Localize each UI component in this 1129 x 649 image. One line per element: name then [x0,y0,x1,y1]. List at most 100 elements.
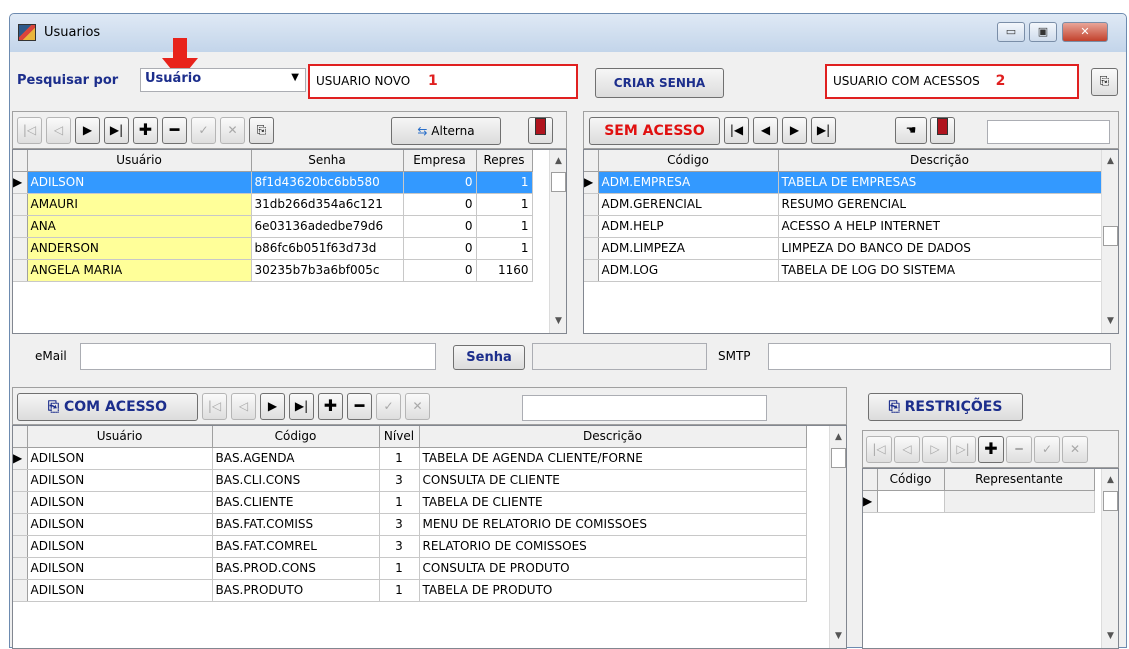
cell-usuario[interactable]: ADILSON [27,579,213,602]
col-nivel[interactable]: Nível [379,426,420,448]
cell-codigo[interactable]: ADM.GERENCIAL [598,193,779,216]
col-codigo[interactable]: Código [598,150,779,172]
cell-representante[interactable] [944,490,1095,513]
table-row[interactable]: ANGELA MARIA 30235b7b3a6bf005c 0 1160 [13,259,533,282]
cell-nivel[interactable]: 3 [379,535,420,558]
cell-nivel[interactable]: 1 [379,447,420,470]
cell-nivel[interactable]: 1 [379,557,420,580]
cell-usuario[interactable]: AMAURI [27,193,252,216]
cell-repres[interactable]: 1160 [476,259,533,282]
delete-record-button[interactable]: ━ [162,117,187,144]
restr-delete-button[interactable]: ━ [1006,436,1032,463]
table-row[interactable]: ADILSON BAS.PROD.CONS 1 CONSULTA DE PROD… [13,557,807,580]
cell-usuario[interactable]: ADILSON [27,447,213,470]
cell-descricao[interactable]: TABELA DE PRODUTO [419,579,807,602]
cell-empresa[interactable]: 0 [403,215,477,238]
with-access-cancel-button[interactable]: ✕ [405,393,430,420]
cell-descricao[interactable]: ACESSO A HELP INTERNET [778,215,1102,238]
scroll-thumb[interactable] [551,172,566,192]
new-user-input[interactable]: USUARIO NOVO 1 [308,64,578,99]
cell-codigo[interactable]: BAS.PRODUTO [212,579,380,602]
with-access-grid-scrollbar[interactable]: ▲ ▼ [829,426,846,648]
cell-codigo[interactable]: ADM.EMPRESA [598,171,779,194]
cell-codigo[interactable]: ADM.LIMPEZA [598,237,779,260]
cell-repres[interactable]: 1 [476,215,533,238]
cell-nivel[interactable]: 3 [379,513,420,536]
users-grid-scrollbar[interactable]: ▲ ▼ [549,150,566,333]
table-row[interactable]: ADM.HELP ACESSO A HELP INTERNET [584,215,1102,238]
table-row[interactable]: ADM.LIMPEZA LIMPEZA DO BANCO DE DADOS [584,237,1102,260]
cancel-record-button[interactable]: ✕ [220,117,245,144]
restr-next-button[interactable]: ▷ [922,436,948,463]
scroll-thumb[interactable] [831,448,846,468]
with-access-prev-button[interactable]: ◁ [231,393,256,420]
with-access-next-button[interactable]: ▶ [260,393,285,420]
cell-empresa[interactable]: 0 [403,171,477,194]
first-record-button[interactable]: |◁ [17,117,42,144]
table-row[interactable]: ANDERSON b86fc6b051f63d73d 0 1 [13,237,533,260]
cell-usuario[interactable]: ADILSON [27,469,213,492]
cell-senha[interactable]: 6e03136adedbe79d6 [251,215,404,238]
cell-senha[interactable]: b86fc6b051f63d73d [251,237,404,260]
no-access-search-input[interactable] [987,120,1110,144]
cell-usuario[interactable]: ADILSON [27,171,252,194]
cell-codigo[interactable] [877,490,945,513]
cell-descricao[interactable]: TABELA DE AGENDA CLIENTE/FORNE [419,447,807,470]
exit-no-access-button[interactable] [930,117,955,144]
no-access-next-button[interactable]: ▶ [782,117,807,144]
col-codigo[interactable]: Código [877,469,945,491]
with-access-search-input[interactable] [522,395,767,421]
cell-codigo[interactable]: BAS.FAT.COMREL [212,535,380,558]
cell-descricao[interactable]: TABELA DE EMPRESAS [778,171,1102,194]
smtp-input[interactable] [768,343,1111,370]
cell-codigo[interactable]: BAS.CLI.CONS [212,469,380,492]
col-usuario[interactable]: Usuário [27,426,213,448]
col-empresa[interactable]: Empresa [403,150,477,172]
cell-empresa[interactable]: 0 [403,193,477,216]
minimize-button[interactable]: ▭ [997,22,1025,42]
cell-senha[interactable]: 30235b7b3a6bf005c [251,259,404,282]
restr-first-button[interactable]: |◁ [866,436,892,463]
col-codigo[interactable]: Código [212,426,380,448]
table-row[interactable]: ADILSON BAS.FAT.COMISS 3 MENU DE RELATOR… [13,513,807,536]
cell-senha[interactable]: 8f1d43620bc6bb580 [251,171,404,194]
cell-repres[interactable]: 1 [476,171,533,194]
col-usuario[interactable]: Usuário [27,150,252,172]
cell-usuario[interactable]: ANA [27,215,252,238]
close-button[interactable]: ✕ [1062,22,1108,42]
col-descricao[interactable]: Descrição [778,150,1102,172]
prev-record-button[interactable]: ◁ [46,117,71,144]
cell-usuario[interactable]: ADILSON [27,557,213,580]
table-row[interactable]: ANA 6e03136adedbe79d6 0 1 [13,215,533,238]
col-representante[interactable]: Representante [944,469,1095,491]
cell-usuario[interactable]: ANDERSON [27,237,252,260]
search-by-select[interactable]: Usuário ▼ [140,68,306,92]
cell-codigo[interactable]: BAS.AGENDA [212,447,380,470]
cell-nivel[interactable]: 3 [379,469,420,492]
table-row[interactable]: ADM.LOG TABELA DE LOG DO SISTEMA [584,259,1102,282]
col-repres[interactable]: Repres [476,150,533,172]
restr-cancel-button[interactable]: ✕ [1062,436,1088,463]
last-record-button[interactable]: ▶| [104,117,129,144]
exit-users-button[interactable] [528,117,553,144]
refresh-users-button[interactable]: ⎘ [249,117,274,144]
create-password-button[interactable]: CRIAR SENHA [595,68,724,98]
email-input[interactable] [80,343,436,370]
cell-descricao[interactable]: MENU DE RELATORIO DE COMISSOES [419,513,807,536]
restrictions-grid-scrollbar[interactable]: ▲ ▼ [1101,469,1118,648]
restr-post-button[interactable]: ✓ [1034,436,1060,463]
senha-button[interactable]: Senha [453,345,525,370]
col-descricao[interactable]: Descrição [419,426,807,448]
cell-empresa[interactable]: 0 [403,259,477,282]
cell-descricao[interactable]: CONSULTA DE CLIENTE [419,469,807,492]
with-access-insert-button[interactable]: ✚ [318,393,343,420]
cell-descricao[interactable]: TABELA DE CLIENTE [419,491,807,514]
insert-record-button[interactable]: ✚ [133,117,158,144]
restr-insert-button[interactable]: ✚ [978,436,1004,463]
table-row[interactable]: ▶ ADM.EMPRESA TABELA DE EMPRESAS [584,171,1102,194]
no-access-prev-button[interactable]: ◀ [753,117,778,144]
table-row[interactable]: ADILSON BAS.PRODUTO 1 TABELA DE PRODUTO [13,579,807,602]
cell-descricao[interactable]: CONSULTA DE PRODUTO [419,557,807,580]
alterna-button[interactable]: ⇆ Alterna [391,117,501,145]
no-access-last-button[interactable]: ▶| [811,117,836,144]
